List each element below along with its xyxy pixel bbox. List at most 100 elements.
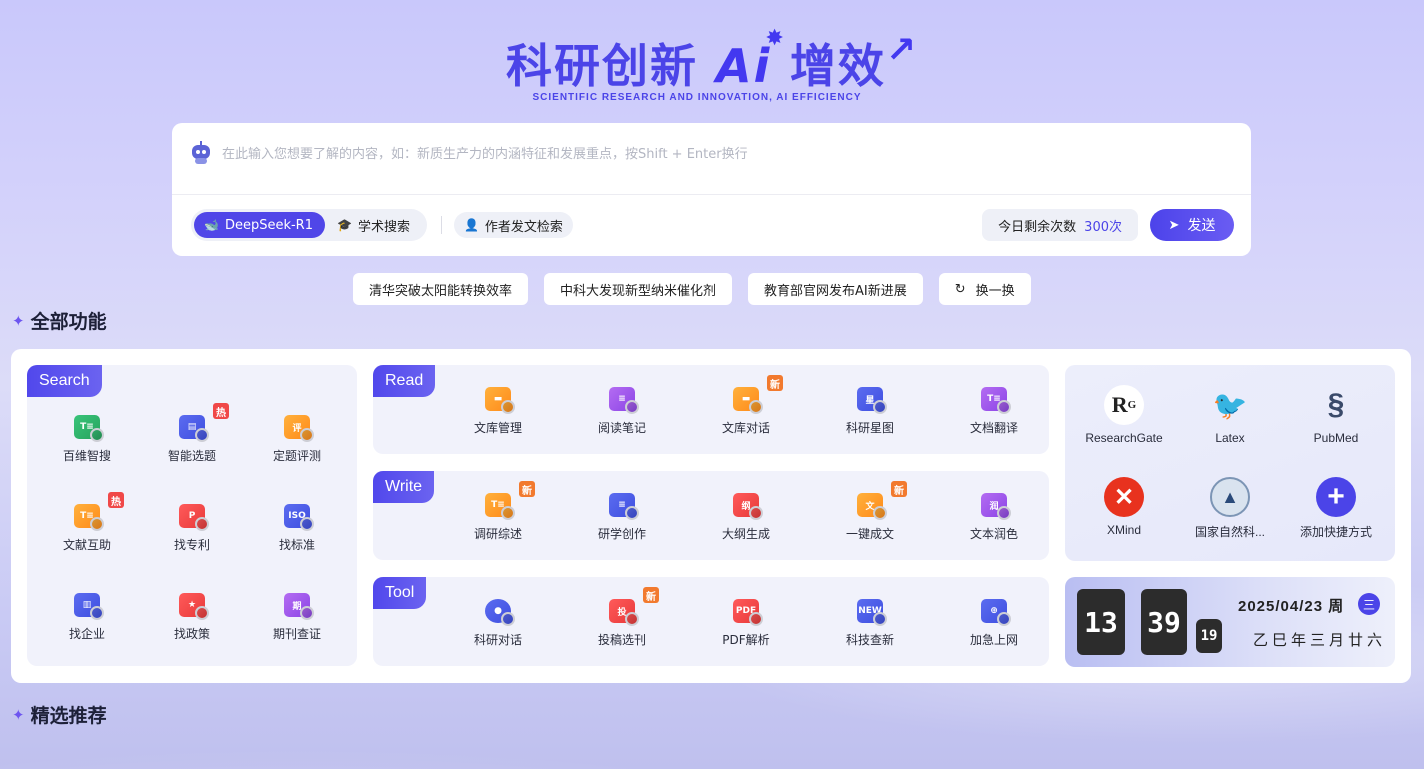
feature-item-writing[interactable]: ≡ 研学创作: [567, 493, 677, 542]
feature-item-translate[interactable]: T≡ 文档翻译: [939, 387, 1049, 436]
feature-item-research-chat[interactable]: ● 科研对话: [443, 599, 553, 648]
feature-item-library-chat[interactable]: ▬ 新 文库对话: [691, 375, 801, 436]
feature-item-library[interactable]: ▬ 文库管理: [443, 387, 553, 436]
send-button[interactable]: ➤ 发送: [1150, 209, 1234, 241]
feature-item-pdf[interactable]: PDF PDF解析: [691, 599, 801, 648]
deepseek-model-button[interactable]: 🐋 DeepSeek-R1: [194, 212, 325, 238]
author-search-button[interactable]: 👤 作者发文检索: [453, 212, 573, 238]
feature-item-smart-topic[interactable]: ▤ 热 智能选题: [137, 403, 247, 464]
tool-card: Tool ● 科研对话 投新 投稿选刊 PDF PDF解析 NEW 科技查新 ⊕…: [373, 577, 1049, 666]
hot-topic-chip[interactable]: 教育部官网发布AI新进展: [748, 273, 923, 305]
feature-item-topic-evaluation[interactable]: 评 定题评测: [242, 415, 352, 464]
search-card: Search T≡ 百维智搜 ▤ 热 智能选题 评 定题评测 T≡ 热 文献互助 P…: [27, 365, 357, 666]
topic-icon: ▤ 热: [179, 403, 229, 439]
feature-label: 百维智搜: [62, 449, 111, 463]
refresh-label: 换一换: [975, 283, 1015, 299]
shortcut-xmind[interactable]: ✕ XMind: [1074, 477, 1174, 537]
section-featured-label: 精选推荐: [30, 705, 107, 727]
literature-icon: T≡ 热: [74, 492, 124, 528]
clock-date: 2025/04/23 周: [1238, 598, 1345, 615]
feature-label: 找企业: [68, 627, 105, 641]
note-icon: ≡: [609, 387, 635, 411]
submission-icon: 投新: [609, 587, 659, 623]
feature-label: 阅读笔记: [597, 421, 646, 435]
globe-icon: ⊕: [981, 599, 1007, 623]
features-panel: Search T≡ 百维智搜 ▤ 热 智能选题 评 定题评测 T≡ 热 文献互助 P…: [11, 349, 1411, 683]
feature-item-star-map[interactable]: 星 科研星图: [815, 387, 925, 436]
polish-icon: 润: [981, 493, 1007, 517]
feature-item-urgent-online[interactable]: ⊕ 加急上网: [939, 599, 1049, 648]
section-all-features: ✦ 全部功能: [12, 307, 107, 334]
feature-label: 期刊查证: [272, 627, 321, 641]
feature-label: 一键成文: [845, 527, 894, 541]
feature-item-review[interactable]: T≡ 新 调研综述: [443, 481, 553, 542]
review-icon: T≡ 新: [485, 481, 535, 517]
feature-item-submission[interactable]: 投新 投稿选刊: [567, 587, 677, 648]
feature-item-outline[interactable]: 纲 大纲生成: [691, 493, 801, 542]
folder-icon: ▬: [485, 387, 511, 411]
section-all-features-label: 全部功能: [30, 311, 107, 333]
send-label: 发送: [1187, 218, 1216, 234]
write-card: Write T≡ 新 调研综述 ≡ 研学创作 纲 大纲生成 文新 一键成文 润 文…: [373, 471, 1049, 560]
shortcut-nsfc[interactable]: ▲ 国家自然科...: [1180, 477, 1280, 540]
standard-icon: ISO: [284, 504, 310, 528]
shortcut-label: Latex: [1215, 431, 1245, 445]
read-card-tag: Read: [373, 365, 436, 397]
feature-label: 科技查新: [845, 633, 894, 647]
tool-card-tag: Tool: [373, 577, 427, 609]
weekday-badge: 三: [1358, 593, 1380, 615]
shortcut-latex[interactable]: 🐦 Latex: [1180, 385, 1280, 446]
feature-item-one-click[interactable]: 文新 一键成文: [815, 481, 925, 542]
pubmed-icon: §: [1327, 388, 1345, 421]
mode-switch: 🐋 DeepSeek-R1 🎓 学术搜索: [191, 209, 427, 241]
policy-icon: ★: [179, 593, 205, 617]
feature-label: 找专利: [173, 538, 210, 552]
shortcut-label: XMind: [1106, 523, 1141, 537]
shortcut-label: 添加快捷方式: [1299, 525, 1372, 539]
clock-minute: 39: [1141, 589, 1187, 655]
feature-item-novelty[interactable]: NEW 科技查新: [815, 599, 925, 648]
add-shortcut-button[interactable]: + 添加快捷方式: [1286, 477, 1386, 540]
shortcut-label: ResearchGate: [1085, 431, 1163, 445]
feature-label: 加急上网: [969, 633, 1018, 647]
search-row: [172, 123, 1251, 195]
feature-item-baiwei-search[interactable]: T≡ 百维智搜: [32, 415, 142, 464]
feature-item-journal[interactable]: 期 期刊查证: [242, 593, 352, 642]
hero-title-main: 科研创新: [506, 39, 698, 93]
feature-label: 大纲生成: [721, 527, 770, 541]
section-featured: ✦ 精选推荐: [12, 701, 107, 728]
sparkle-icon: ✸: [765, 26, 786, 51]
patent-icon: P: [179, 504, 205, 528]
new-badge: 新: [891, 481, 907, 497]
feature-label: 找政策: [173, 627, 210, 641]
write-card-tag: Write: [373, 471, 435, 503]
journal-icon: 期: [284, 593, 310, 617]
shortcut-researchgate[interactable]: RG ResearchGate: [1074, 385, 1174, 445]
hero-subtitle: SCIENTIFIC RESEARCH AND INNOVATION, AI E…: [532, 92, 862, 103]
sparkle-icon: ✦: [12, 311, 25, 330]
feature-item-polish[interactable]: 润 文本润色: [939, 493, 1049, 542]
quota-value: 300次: [1084, 219, 1122, 235]
feature-item-reading-notes[interactable]: ≡ 阅读笔记: [567, 387, 677, 436]
feature-item-company[interactable]: ▥ 找企业: [32, 593, 142, 642]
feature-item-policy[interactable]: ★ 找政策: [137, 593, 247, 642]
company-icon: ▥: [74, 593, 100, 617]
new-badge: 新: [767, 375, 783, 391]
lunar-date: 乙巳年三月廿六: [1253, 631, 1387, 649]
refresh-button[interactable]: ↻ 换一换: [938, 273, 1031, 305]
author-search-label: 作者发文检索: [484, 219, 563, 235]
academic-search-button[interactable]: 🎓 学术搜索: [325, 212, 424, 238]
refresh-icon: ↻: [954, 281, 966, 297]
shortcut-pubmed[interactable]: § PubMed: [1286, 385, 1386, 445]
one-click-icon: 文新: [857, 481, 907, 517]
feature-item-standard[interactable]: ISO 找标准: [242, 504, 352, 553]
search-input[interactable]: [222, 141, 1235, 167]
clock-hour: 13: [1077, 589, 1125, 655]
clock-second: 19: [1196, 619, 1222, 653]
hot-topic-chip[interactable]: 清华突破太阳能转换效率: [353, 273, 529, 305]
hot-topic-chip[interactable]: 中科大发现新型纳米催化剂: [544, 273, 733, 305]
feature-item-patent[interactable]: P 找专利: [137, 504, 247, 553]
feature-item-literature-help[interactable]: T≡ 热 文献互助: [32, 492, 142, 553]
shortcuts-card: RG ResearchGate 🐦 Latex § PubMed ✕ XMind…: [1065, 365, 1395, 561]
search-toolbar: 🐋 DeepSeek-R1 🎓 学术搜索 👤 作者发文检索 今日剩余次数 300…: [172, 195, 1251, 255]
